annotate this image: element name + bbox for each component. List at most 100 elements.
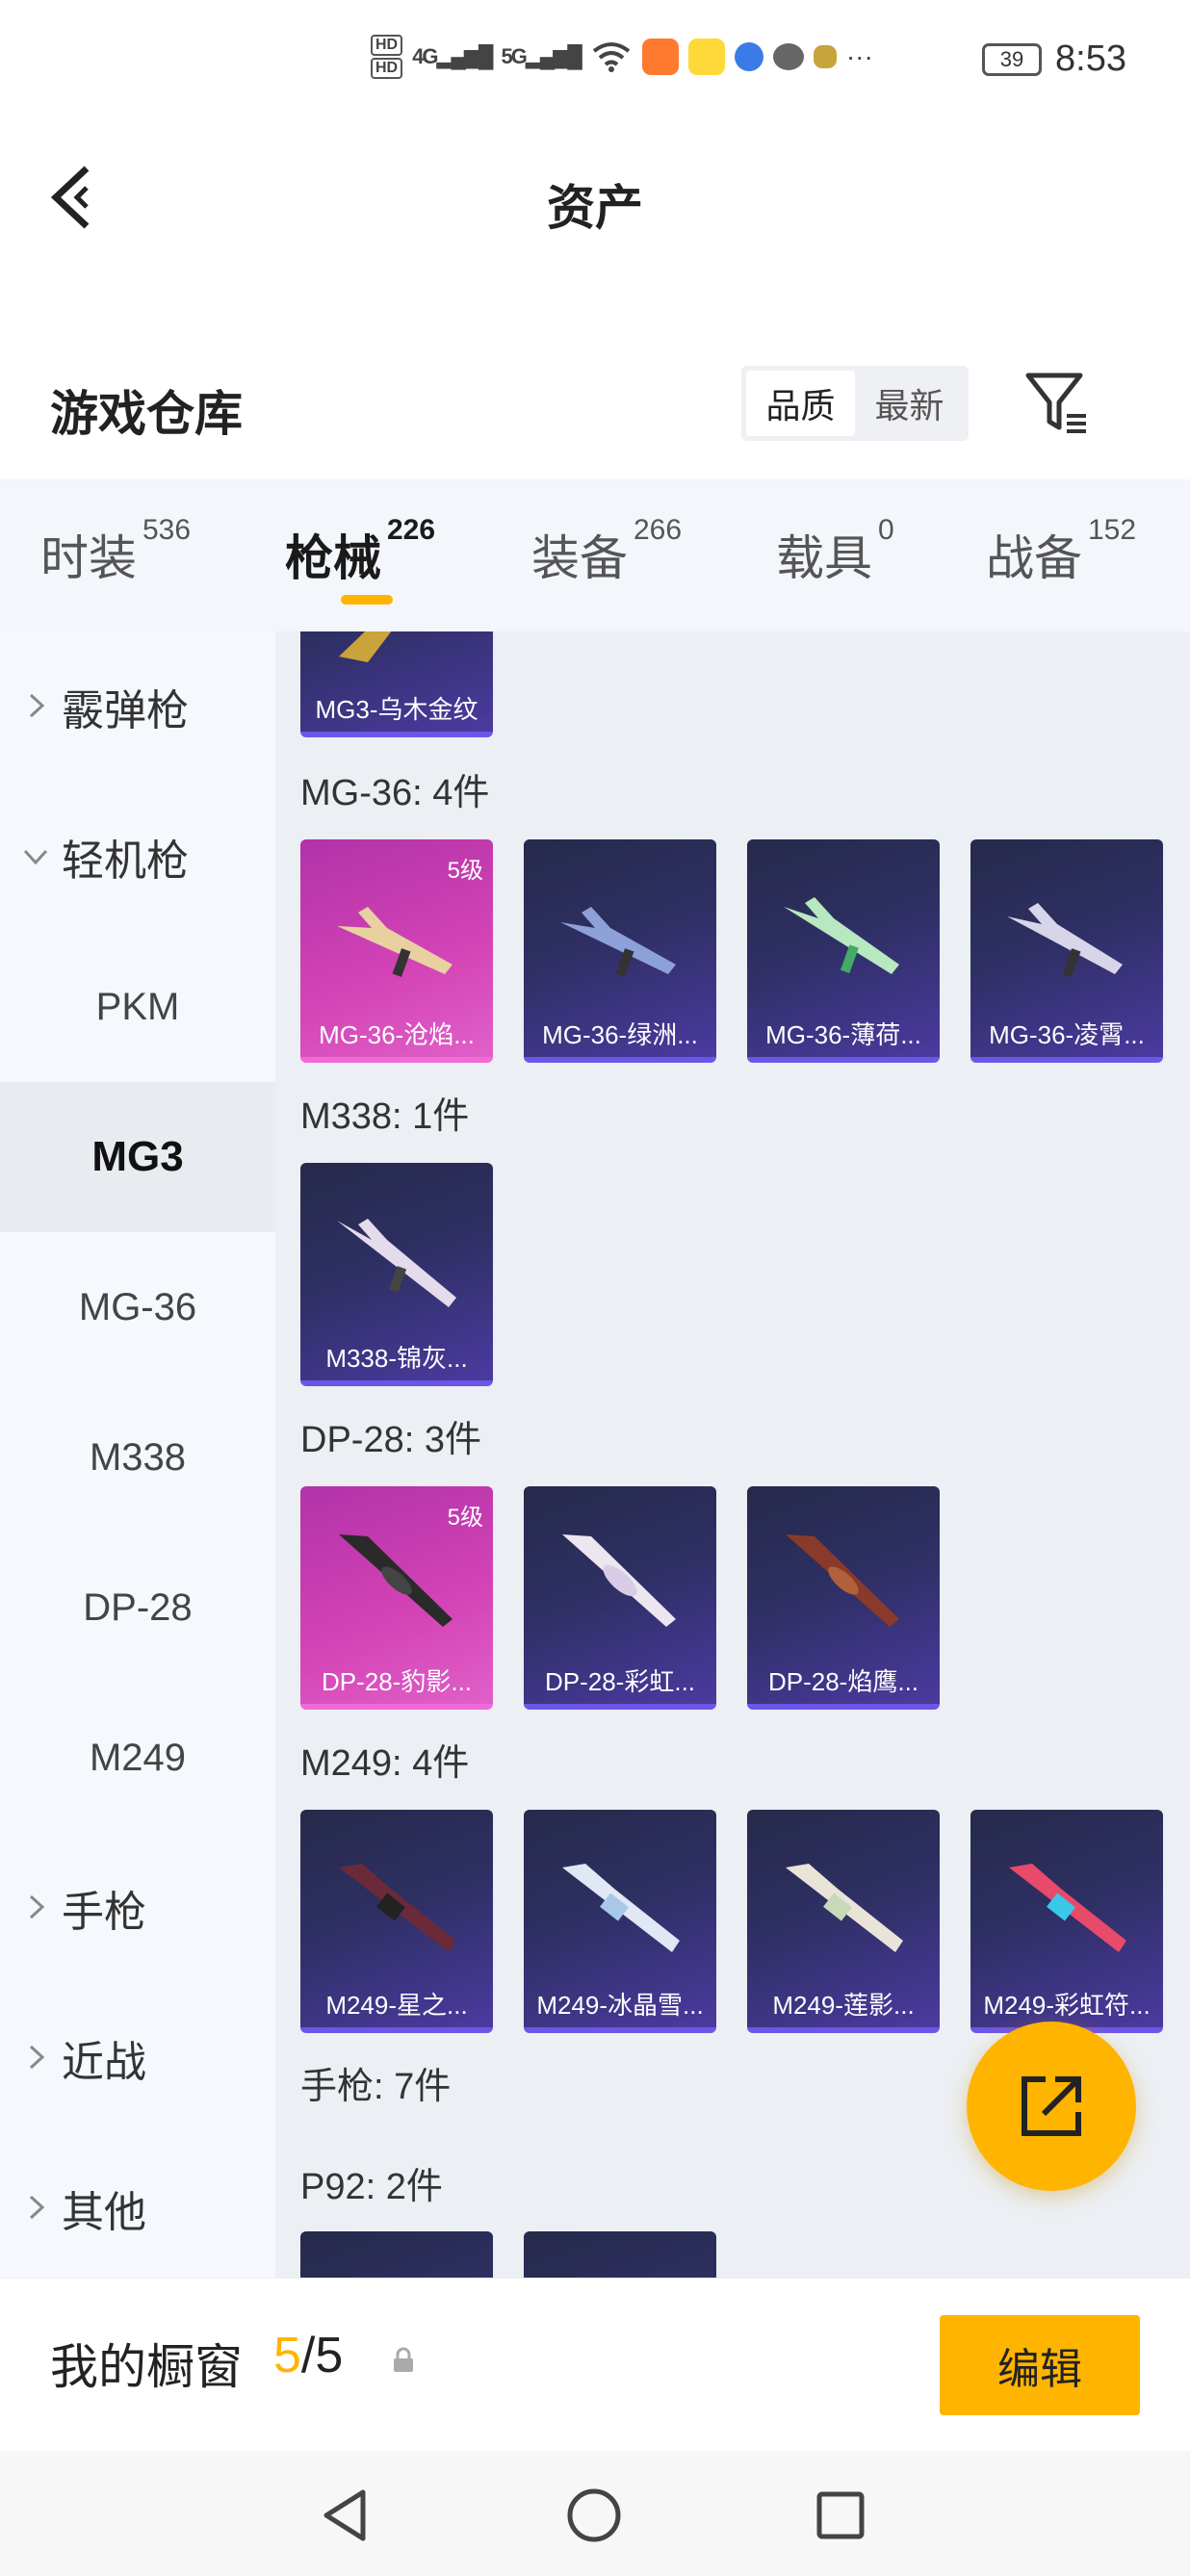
page-title: 资产 xyxy=(547,181,643,235)
sidebar-item-melee[interactable]: 近战 xyxy=(0,1983,275,2133)
clock: 8:53 xyxy=(1055,39,1126,79)
lock-icon xyxy=(394,2347,413,2372)
weapon-card-name: MG3-乌木金纹 xyxy=(315,695,479,724)
sidebar-item-m249[interactable]: M249 xyxy=(0,1683,275,1833)
sidebar-item-mg36[interactable]: MG-36 xyxy=(0,1232,275,1382)
sidebar-item-m338[interactable]: M338 xyxy=(0,1382,275,1533)
gun-icon xyxy=(339,631,392,662)
share-fab[interactable] xyxy=(967,2022,1136,2191)
weapon-card-name: MG-36-沧焰... xyxy=(319,1020,475,1049)
gun-icon xyxy=(562,1534,676,1627)
weapon-card-name: MG-36-绿洲... xyxy=(542,1020,698,1049)
wechat-icon xyxy=(772,43,804,70)
weapon-card-name: MG-36-凌霄... xyxy=(989,1020,1145,1049)
tab-equipment[interactable]: 装备266 xyxy=(531,514,682,589)
tab-supplies[interactable]: 战备152 xyxy=(986,514,1136,589)
section-title-p92: P92: 2件 xyxy=(300,2167,443,2207)
nav-back-button[interactable] xyxy=(312,2482,379,2549)
app-notification-icon xyxy=(813,45,837,68)
category-tabs: 时装536 枪械226 装备266 载具0 战备152 xyxy=(0,479,1190,631)
sidebar-item-dp28[interactable]: DP-28 xyxy=(0,1533,275,1683)
weapon-card[interactable]: M249-莲影... xyxy=(747,1810,940,2033)
sidebar-item-label: 轻机枪 xyxy=(62,837,189,885)
weapon-card[interactable]: M249-冰晶雪... xyxy=(524,1810,716,2033)
share-external-icon xyxy=(1022,2076,1081,2136)
section-title-m338: M338: 1件 xyxy=(300,1096,470,1137)
weapon-card[interactable]: M249-彩虹符... xyxy=(970,1810,1163,2033)
weapon-card[interactable] xyxy=(300,2231,493,2278)
weapon-card[interactable]: MG3-乌木金纹 xyxy=(300,631,493,737)
weapon-card-name: DP-28-焰鹰... xyxy=(767,1667,919,1696)
gun-icon xyxy=(337,907,453,977)
sidebar-item-pistol[interactable]: 手枪 xyxy=(0,1833,275,1983)
weapon-card[interactable]: DP-28-彩虹... xyxy=(524,1486,716,1710)
status-bar: HD HD 4G▂▄▆█ 5G▂▄▆█ ··· 39 8:53 xyxy=(0,0,1190,135)
weapon-card[interactable]: MG-36-绿洲... xyxy=(524,839,716,1063)
weapon-card[interactable] xyxy=(524,2231,716,2278)
section-title-pistol: 手枪: 7件 xyxy=(300,2067,452,2107)
weapon-card[interactable]: MG-36-薄荷... xyxy=(747,839,940,1063)
weapon-card[interactable]: M249-星之... xyxy=(300,1810,493,2033)
chevron-down-icon xyxy=(23,849,48,865)
browser-icon xyxy=(734,42,763,71)
sidebar-item-label: 手枪 xyxy=(62,1889,146,1936)
chevron-right-icon xyxy=(29,1894,45,1919)
gun-icon xyxy=(786,1864,903,1952)
hd-badge: HD xyxy=(371,58,403,79)
hd-indicators: HD HD xyxy=(371,35,403,79)
warehouse-title: 游戏仓库 xyxy=(50,387,243,441)
hd-badge: HD xyxy=(371,35,403,56)
wifi-icon xyxy=(592,42,631,72)
sidebar-item-mg3[interactable]: MG3 xyxy=(0,1082,275,1232)
weapon-card-name: MG-36-薄荷... xyxy=(765,1020,921,1049)
system-nav-bar xyxy=(0,2451,1190,2576)
showcase-count: 5/5 xyxy=(273,2328,344,2383)
tab-fashion[interactable]: 时装536 xyxy=(40,514,191,589)
gun-icon xyxy=(339,1864,456,1952)
app-notification-icon xyxy=(687,39,725,75)
signal-4g-icon: 4G▂▄▆█ xyxy=(412,44,493,68)
sort-by-quality[interactable]: 品质 xyxy=(746,371,855,436)
sort-by-newest[interactable]: 最新 xyxy=(855,371,964,436)
weapon-card-name: M249-冰晶雪... xyxy=(536,1991,704,2020)
sidebar-item-pkm[interactable]: PKM xyxy=(0,932,275,1082)
filter-button[interactable] xyxy=(1022,368,1092,437)
weapon-card[interactable]: 5级 MG-36-沧焰... xyxy=(300,839,493,1063)
circle-home-icon xyxy=(567,2488,621,2542)
section-title-dp28: DP-28: 3件 xyxy=(300,1420,481,1460)
weapon-card[interactable]: M338-锦灰... xyxy=(300,1163,493,1386)
sidebar-item-other[interactable]: 其他 xyxy=(0,2133,275,2283)
section-title-m249: M249: 4件 xyxy=(300,1743,470,1784)
weapon-card[interactable]: DP-28-焰鹰... xyxy=(747,1486,940,1710)
gun-icon xyxy=(1007,903,1123,977)
weapon-card-name: M249-莲影... xyxy=(772,1991,915,2020)
edit-button[interactable]: 编辑 xyxy=(940,2315,1140,2415)
tab-vehicles[interactable]: 载具0 xyxy=(776,514,894,589)
sidebar-item-label: 霰弹枪 xyxy=(62,687,189,734)
sidebar-item-shotgun[interactable]: 霰弹枪 xyxy=(0,631,275,782)
weapon-card-name: M338-锦灰... xyxy=(325,1344,468,1373)
triangle-back-icon xyxy=(323,2489,366,2541)
showcase-bar: 我的橱窗 5/5 编辑 xyxy=(0,2278,1190,2451)
nav-recents-button[interactable] xyxy=(807,2482,874,2549)
chevron-right-icon xyxy=(29,2195,45,2220)
weapon-type-sidebar: 霰弹枪 轻机枪 PKM MG3 MG-36 M338 DP-28 M249 手枪… xyxy=(0,631,275,2278)
sort-toggle: 品质 最新 xyxy=(741,366,969,441)
gun-icon xyxy=(784,897,899,974)
battery-icon: 39 xyxy=(982,42,1043,76)
weapon-card[interactable]: 5级 DP-28-豹影... xyxy=(300,1486,493,1710)
gun-icon xyxy=(560,907,676,977)
gun-icon xyxy=(562,1864,680,1952)
weapon-card[interactable]: MG-36-凌霄... xyxy=(970,839,1163,1063)
showcase-label: 我的橱窗 xyxy=(50,2340,243,2394)
sidebar-item-label: 其他 xyxy=(62,2189,146,2236)
signal-5g-icon: 5G▂▄▆█ xyxy=(501,44,582,68)
gun-icon xyxy=(1009,1864,1126,1952)
tab-firearms[interactable]: 枪械226 xyxy=(285,514,435,589)
filter-icon xyxy=(1025,373,1086,433)
chevron-right-icon xyxy=(29,693,45,718)
sidebar-item-lmg[interactable]: 轻机枪 xyxy=(0,782,275,932)
sidebar-item-label: 近战 xyxy=(62,2039,146,2086)
section-title-mg36: MG-36: 4件 xyxy=(300,773,490,813)
nav-home-button[interactable] xyxy=(560,2482,628,2549)
